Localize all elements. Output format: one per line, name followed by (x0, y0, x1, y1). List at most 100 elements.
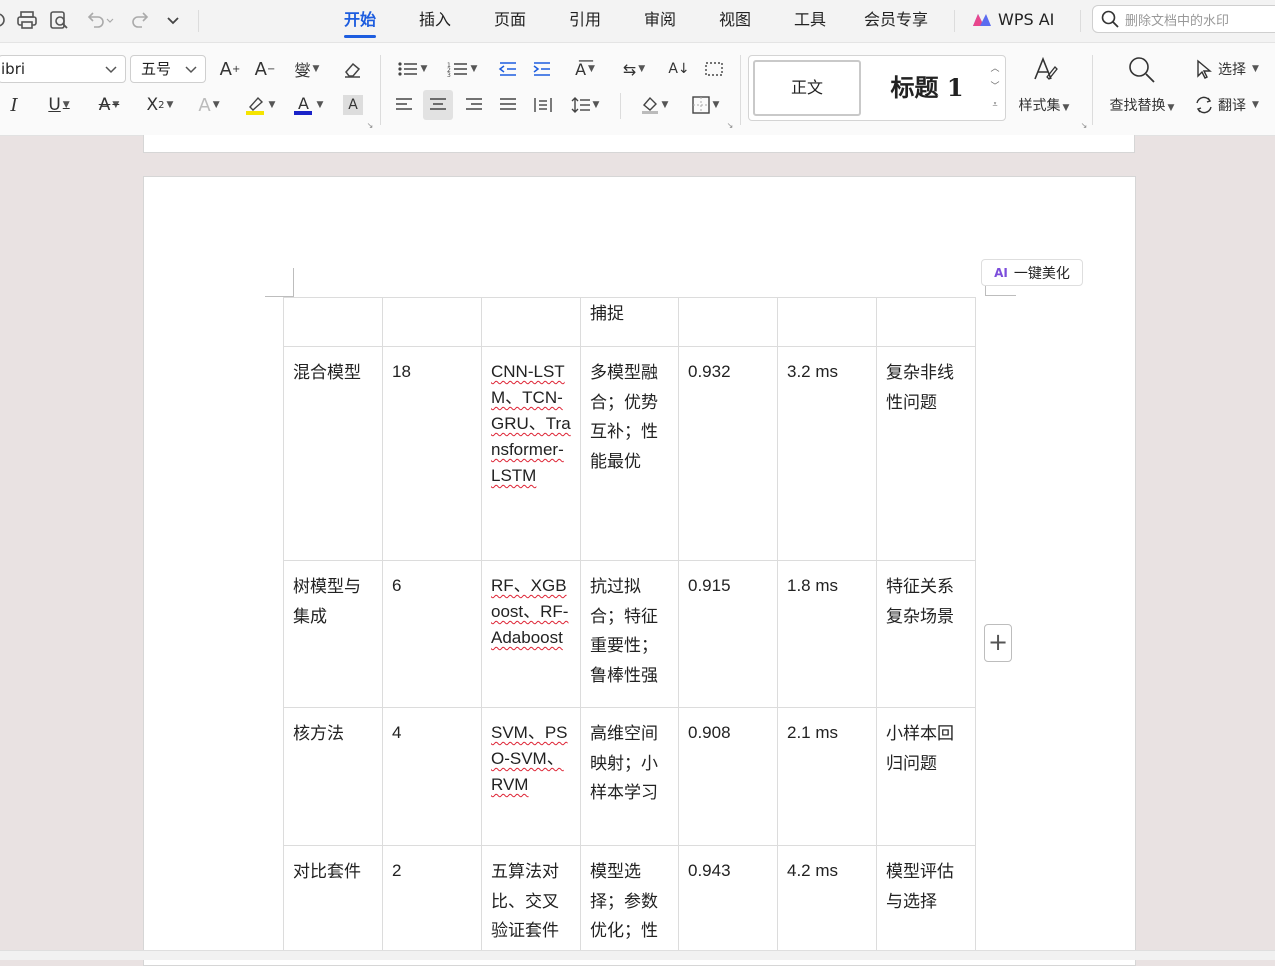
table-cell[interactable]: 小样本回归问题 (876, 707, 976, 846)
tab-member[interactable]: 会员专享 (864, 8, 928, 34)
table-cell[interactable]: 高维空间映射；小样本学习 (580, 707, 679, 846)
add-row-button[interactable]: + (984, 624, 1012, 662)
redo-icon[interactable] (130, 10, 152, 30)
divider (740, 55, 741, 125)
font-size-select[interactable]: 五号 (130, 55, 206, 83)
table-cell[interactable] (481, 297, 581, 347)
table-cell[interactable]: 五算法对比、交叉验证套件 (481, 845, 581, 956)
translate-label: 翻译 (1218, 98, 1246, 114)
table-cell[interactable]: 2.1 ms (777, 707, 877, 846)
align-right-icon[interactable] (462, 93, 486, 117)
table-cell[interactable]: SVM、PSO-SVM、RVM (481, 707, 581, 846)
chevron-down-icon[interactable] (164, 10, 182, 30)
table-cell[interactable]: 树模型与集成 (283, 560, 383, 708)
table-cell[interactable]: 复杂非线性问题 (876, 346, 976, 561)
table-cell[interactable]: 0.932 (678, 346, 778, 561)
table-cell[interactable]: 模型评估与选择 (876, 845, 976, 956)
text-effect-icon[interactable]: A ▼ (192, 93, 226, 117)
table-cell[interactable]: 混合模型 (283, 346, 383, 561)
table-cell[interactable]: 18 (382, 346, 482, 561)
table-cell[interactable]: RF、XGBoost、RF-Adaboost (481, 560, 581, 708)
expand-gallery-icon[interactable]: ⩡ (989, 96, 1001, 114)
convert-icon[interactable]: ⇆ ▼ (616, 57, 652, 81)
table-cell[interactable]: 2 (382, 845, 482, 956)
table-cell[interactable]: 1.8 ms (777, 560, 877, 708)
text-direction-icon[interactable]: A͞ ▼ (566, 57, 604, 81)
tab-references[interactable]: 引用 (569, 8, 601, 34)
table-cell[interactable]: 捕捉 (580, 297, 679, 347)
chevron-down-icon[interactable]: ﹀ (989, 78, 1001, 96)
table-row: 混合模型 18 CNN-LSTM、TCN-GRU、Transformer-LST… (283, 346, 976, 561)
undo-icon[interactable] (84, 10, 114, 30)
line-spacing-icon[interactable]: ▼ (566, 93, 604, 117)
table-cell[interactable] (382, 297, 482, 347)
style-heading-1[interactable]: 标题 1 (867, 64, 987, 112)
ai-beautify-button[interactable]: AI 一键美化 (981, 259, 1083, 286)
grow-font-icon[interactable]: A + (218, 57, 242, 81)
tab-home[interactable]: 开始 (344, 8, 377, 38)
increase-indent-icon[interactable] (530, 57, 554, 81)
tab-insert[interactable]: 插入 (419, 8, 451, 34)
table-cell[interactable] (777, 297, 877, 347)
table-cell[interactable]: 0.943 (678, 845, 778, 956)
clear-format-icon[interactable] (340, 57, 364, 81)
find-replace-button[interactable]: 查找替换 ▼ (1104, 55, 1180, 115)
print-icon[interactable] (16, 10, 38, 30)
table-cell[interactable]: 4 (382, 707, 482, 846)
justify-icon[interactable] (496, 93, 520, 117)
sort-icon[interactable]: A↓ (666, 57, 692, 81)
tab-page[interactable]: 页面 (494, 8, 526, 34)
open-icon[interactable] (0, 10, 6, 30)
table-cell[interactable]: 抗过拟合；特征重要性；鲁棒性强 (580, 560, 679, 708)
table-cell[interactable]: 特征关系复杂场景 (876, 560, 976, 708)
shading-icon[interactable]: ▼ (636, 93, 672, 117)
font-dialog-launcher-icon[interactable]: ↘ (366, 121, 374, 130)
table-cell[interactable]: 多模型融合；优势互补；性能最优 (580, 346, 679, 561)
borders-icon[interactable]: ▼ (686, 93, 724, 117)
chevron-up-icon[interactable]: ︿ (989, 60, 1001, 78)
table-cell[interactable] (876, 297, 976, 347)
italic-icon[interactable]: I (4, 93, 24, 117)
select-button[interactable]: 选择 ▼ (1194, 57, 1266, 81)
gallery-scroll[interactable]: ︿ ﹀ ⩡ (989, 60, 1001, 114)
table-cell[interactable]: CNN-LSTM、TCN-GRU、Transformer-LSTM (481, 346, 581, 561)
table-cell[interactable]: 0.915 (678, 560, 778, 708)
strikethrough-icon[interactable]: A ▼ (92, 93, 126, 117)
underline-icon[interactable]: U ▼ (42, 93, 76, 117)
style-normal[interactable]: 正文 (753, 60, 861, 116)
align-center-icon[interactable] (423, 90, 453, 120)
shrink-font-icon[interactable]: A − (253, 57, 277, 81)
table-cell[interactable]: 4.2 ms (777, 845, 877, 956)
decrease-indent-icon[interactable] (496, 57, 520, 81)
phonetic-guide-icon[interactable]: 燮 ▼ (288, 57, 326, 81)
table-cell[interactable]: 对比套件 (283, 845, 383, 956)
highlight-icon[interactable]: ▼ (242, 93, 278, 117)
numbered-list-icon[interactable]: 1 2 3 ▼ (444, 57, 480, 81)
char-shading-icon[interactable]: A (343, 95, 363, 115)
table-cell[interactable] (678, 297, 778, 347)
table-cell[interactable]: 6 (382, 560, 482, 708)
font-name-select[interactable]: ibri (0, 55, 126, 83)
bullet-list-icon[interactable]: ▼ (394, 57, 430, 81)
tab-view[interactable]: 视图 (719, 8, 751, 34)
superscript-icon[interactable]: X 2 ▼ (142, 93, 178, 117)
distribute-icon[interactable] (531, 93, 555, 117)
style-set-button[interactable]: 样式集 ▼ (1012, 55, 1076, 115)
table-cell[interactable]: 模型选择；参数优化；性 (580, 845, 679, 956)
show-marks-icon[interactable] (702, 57, 726, 81)
table-cell[interactable]: 3.2 ms (777, 346, 877, 561)
print-preview-icon[interactable] (48, 10, 70, 30)
search-input[interactable]: 删除文档中的水印 (1092, 5, 1275, 33)
font-color-icon[interactable]: A ▼ (290, 93, 326, 117)
tab-review[interactable]: 审阅 (644, 8, 676, 34)
wps-ai-button[interactable]: WPS AI (972, 8, 1054, 32)
align-left-icon[interactable] (392, 93, 416, 117)
table-cell[interactable]: 核方法 (283, 707, 383, 846)
translate-button[interactable]: 翻译 ▼ (1194, 93, 1266, 117)
styles-dialog-launcher-icon[interactable]: ↘ (1080, 121, 1088, 130)
table-cell[interactable] (283, 297, 383, 347)
paragraph-dialog-launcher-icon[interactable]: ↘ (726, 121, 734, 130)
table-cell[interactable]: 0.908 (678, 707, 778, 846)
divider (380, 55, 381, 125)
tab-tools[interactable]: 工具 (794, 8, 826, 34)
